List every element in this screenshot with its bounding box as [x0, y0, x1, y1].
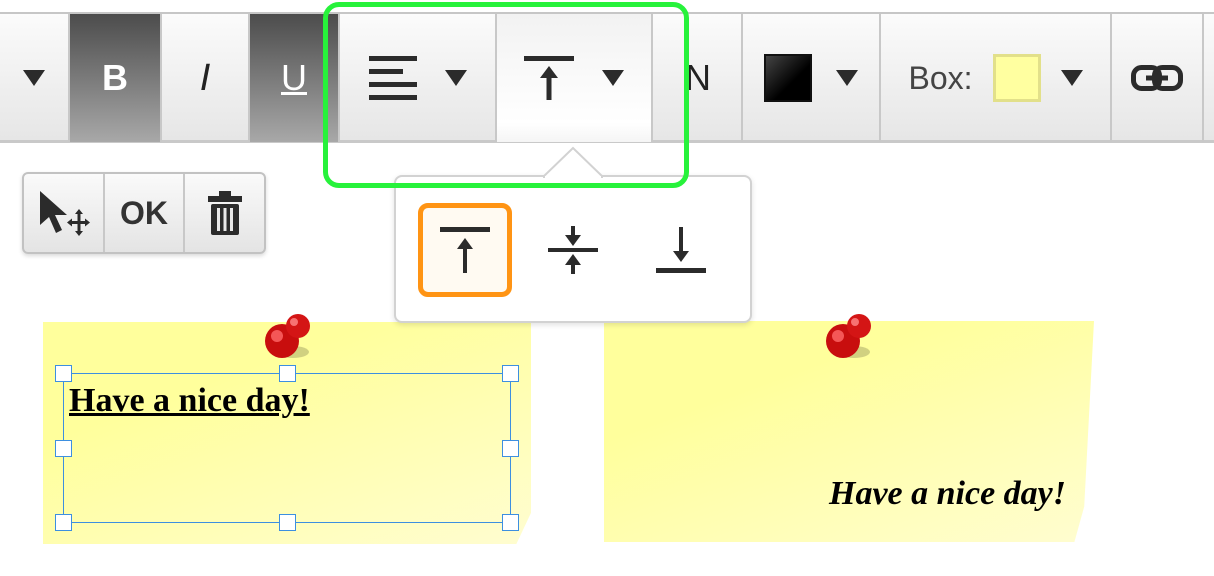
resize-handle[interactable] [55, 365, 72, 382]
ok-button[interactable]: OK [105, 174, 186, 252]
link-button[interactable] [1112, 14, 1204, 142]
text-selection-box[interactable] [55, 365, 519, 531]
align-bottom-icon [656, 227, 706, 273]
popover-pointer [543, 146, 603, 178]
resize-handle[interactable] [502, 514, 519, 531]
pushpin-icon [265, 314, 310, 358]
underline-button[interactable]: U [250, 14, 340, 142]
align-left-icon [368, 56, 417, 100]
note-action-toolbar: OK [22, 172, 266, 254]
italic-button[interactable]: I [162, 14, 250, 142]
resize-handle[interactable] [502, 365, 519, 382]
chevron-down-icon [602, 70, 624, 86]
vertical-align-button[interactable] [497, 14, 653, 142]
resize-handle[interactable] [279, 365, 296, 382]
pushpin-icon [826, 314, 871, 358]
text-align-button[interactable] [340, 14, 497, 142]
text-color-swatch [764, 54, 812, 102]
font-size-dropdown-button[interactable] [0, 14, 70, 142]
align-top-icon [440, 227, 490, 273]
font-family-button[interactable]: N [653, 14, 743, 142]
chevron-down-icon [444, 70, 467, 86]
link-icon [1131, 65, 1183, 91]
resize-handle[interactable] [502, 440, 519, 457]
resize-handle[interactable] [55, 440, 72, 457]
move-icon [40, 191, 91, 236]
align-middle-option[interactable] [526, 203, 620, 297]
note-text[interactable]: Have a nice day! [829, 475, 1066, 513]
box-color-button[interactable]: Box: [881, 14, 1112, 142]
vertical-align-popover [394, 175, 752, 323]
align-top-icon [524, 56, 574, 100]
bold-button[interactable]: B [70, 14, 162, 142]
underline-label: U [281, 57, 307, 98]
chevron-down-icon [1060, 70, 1083, 86]
chevron-down-icon [23, 70, 45, 86]
delete-button[interactable] [185, 174, 264, 252]
box-color-label: Box: [908, 59, 973, 96]
resize-handle[interactable] [279, 514, 296, 531]
text-color-button[interactable] [743, 14, 881, 142]
bold-label: B [102, 57, 128, 98]
chevron-down-icon [836, 70, 858, 86]
align-top-option[interactable] [418, 203, 512, 297]
trash-icon [207, 191, 242, 235]
formatting-toolbar: B I U N Box: [0, 12, 1214, 143]
resize-handle[interactable] [55, 514, 72, 531]
align-middle-icon [548, 226, 598, 274]
italic-label: I [199, 56, 211, 99]
font-family-label: N [685, 57, 711, 98]
ok-label: OK [120, 194, 168, 231]
move-button[interactable] [24, 174, 105, 252]
box-color-swatch [992, 54, 1041, 102]
align-bottom-option[interactable] [634, 203, 728, 297]
